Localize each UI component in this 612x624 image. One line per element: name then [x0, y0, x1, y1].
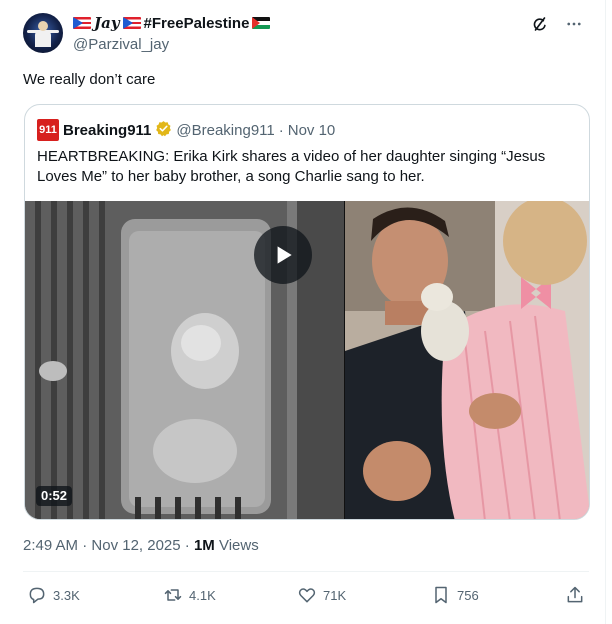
- action-bar: 3.3K 4.1K 71K 756: [23, 585, 589, 607]
- palestine-flag-icon: [252, 17, 271, 29]
- tweet-meta: 2:49 AM · Nov 12, 2025 · 1M Views: [23, 537, 259, 554]
- author-hashtag: #FreePalestine: [143, 14, 250, 32]
- share-icon: [567, 586, 583, 603]
- author-name-text: Jay: [94, 14, 120, 32]
- repost-button[interactable]: 4.1K: [163, 585, 216, 605]
- like-icon: [298, 588, 316, 603]
- video-frame-family: [345, 201, 589, 519]
- quoted-date[interactable]: Nov 10: [288, 122, 336, 139]
- tweet-time[interactable]: 2:49 AM: [23, 537, 78, 554]
- more-icon[interactable]: [565, 15, 583, 33]
- bookmark-button[interactable]: 756: [431, 585, 479, 605]
- quoted-author-name[interactable]: Breaking911: [63, 122, 151, 139]
- author-display-name[interactable]: Jay #FreePalestine: [73, 14, 271, 32]
- bookmark-count: 756: [457, 587, 479, 603]
- divider: [23, 571, 589, 572]
- quoted-author-avatar[interactable]: 911: [37, 119, 59, 141]
- play-icon: [277, 246, 292, 264]
- repost-count: 4.1K: [189, 587, 216, 603]
- author-handle[interactable]: @Parzival_jay: [73, 36, 169, 53]
- verified-badge-icon: [155, 120, 172, 141]
- tweet-date[interactable]: Nov 12, 2025: [91, 537, 180, 554]
- share-button[interactable]: [565, 585, 585, 605]
- like-button[interactable]: 71K: [297, 585, 346, 605]
- bookmark-icon: [435, 586, 447, 604]
- meta-separator: ·: [184, 537, 190, 554]
- quoted-tweet-card[interactable]: 911 Breaking911 @Breaking911 · Nov 10 HE…: [24, 104, 590, 520]
- like-count: 71K: [323, 587, 347, 603]
- meta-separator: ·: [82, 537, 88, 554]
- puerto-rico-flag-icon: [122, 17, 141, 29]
- play-button[interactable]: [254, 226, 312, 284]
- author-avatar[interactable]: [23, 13, 63, 53]
- views-label: Views: [218, 537, 259, 554]
- grok-icon[interactable]: [531, 15, 549, 33]
- repost-icon: [164, 589, 182, 601]
- reply-icon: [29, 587, 45, 604]
- reply-count: 3.3K: [53, 587, 80, 603]
- quoted-author-handle[interactable]: @Breaking911: [176, 122, 274, 139]
- tweet-detail: Jay #FreePalestine @Parzival_jay We real…: [0, 0, 606, 624]
- video-duration-badge: 0:52: [36, 486, 73, 506]
- tweet-text: We really don’t care: [23, 71, 156, 88]
- quoted-separator: ·: [278, 121, 284, 139]
- reply-button[interactable]: 3.3K: [27, 585, 80, 605]
- quoted-tweet-text: HEARTBREAKING: Erika Kirk shares a video…: [37, 148, 546, 185]
- views-count[interactable]: 1M: [194, 537, 215, 554]
- puerto-rico-flag-icon: [73, 17, 91, 29]
